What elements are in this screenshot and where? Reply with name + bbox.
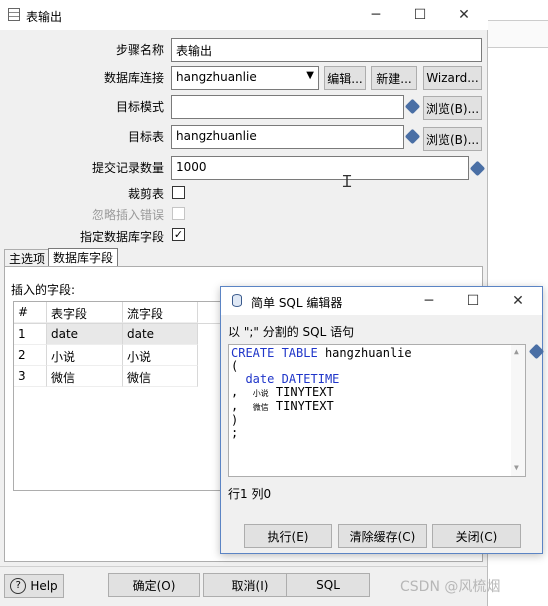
truncate-checkbox[interactable] — [172, 186, 185, 199]
maximize-icon[interactable]: ☐ — [398, 0, 442, 30]
new-connection-button[interactable]: 新建... — [371, 66, 417, 90]
header-stream-field[interactable]: 流字段 — [123, 302, 198, 323]
text-cursor-icon: Ｉ — [339, 172, 356, 191]
variable-icon — [404, 98, 421, 115]
wizard-button[interactable]: Wizard... — [423, 66, 482, 90]
row-stream-field[interactable]: 微信 — [123, 366, 198, 387]
dialog-title-bar[interactable]: 简单 SQL 编辑器 ─ ☐ ✕ — [221, 287, 542, 315]
tab-database-fields[interactable]: 数据库字段 — [48, 248, 119, 267]
row-table-field[interactable]: 小说 — [47, 345, 123, 366]
background-window-strip — [488, 20, 548, 48]
target-table-label: 目标表 — [127, 130, 164, 144]
title-bar[interactable]: 表输出 ─ ☐ ✕ — [0, 0, 488, 30]
table-row[interactable]: 2 小说 小说 — [14, 345, 229, 366]
browse-schema-button[interactable]: 浏览(B)... — [423, 96, 482, 120]
row-stream-field[interactable]: 小说 — [123, 345, 198, 366]
table-row[interactable]: 3 微信 微信 — [14, 366, 229, 387]
variable-icon — [469, 160, 486, 177]
db-connection-label: 数据库连接 — [103, 71, 164, 85]
specify-fields-checkbox[interactable]: ✓ — [172, 228, 185, 241]
help-button[interactable]: ? Help — [4, 574, 64, 598]
close-icon[interactable]: ✕ — [442, 0, 486, 30]
target-schema-input[interactable] — [171, 95, 404, 119]
insert-fields-label: 插入的字段: — [11, 283, 76, 297]
table-header: # 表字段 流字段 — [14, 302, 229, 324]
chevron-down-icon[interactable]: ▼ — [306, 70, 314, 81]
step-name-label: 步骤名称 — [115, 43, 164, 57]
close-icon[interactable]: ✕ — [496, 287, 540, 315]
app-icon — [8, 8, 20, 21]
ignore-errors-checkbox — [172, 207, 185, 220]
commit-size-input[interactable]: 1000 — [171, 156, 469, 180]
sql-editor-dialog: 简单 SQL 编辑器 ─ ☐ ✕ 以 ";" 分割的 SQL 语句 CREATE… — [220, 286, 545, 554]
browse-table-button[interactable]: 浏览(B)... — [423, 127, 482, 151]
sql-line: , 小说 TINYTEXT — [231, 385, 334, 399]
ok-button[interactable]: 确定(O) — [108, 573, 200, 597]
cursor-position: 行1 列0 — [228, 487, 272, 501]
tab-main-options[interactable]: 主选项 — [4, 249, 51, 267]
scroll-down-icon[interactable]: ▼ — [514, 461, 519, 474]
header-index[interactable]: # — [14, 302, 47, 323]
fields-table: # 表字段 流字段 1 date date 2 小说 小说 3 微信 微信 — [13, 301, 229, 491]
sql-line: ; — [231, 426, 239, 440]
specify-fields-label: 指定数据库字段 — [79, 230, 164, 244]
minimize-icon[interactable]: ─ — [354, 0, 398, 30]
step-name-input[interactable]: 表输出 — [171, 38, 482, 62]
edit-connection-button[interactable]: 编辑... — [324, 66, 366, 90]
variable-icon — [528, 343, 545, 360]
db-connection-value: hangzhuanlie — [176, 70, 257, 84]
sql-line: CREATE TABLE hangzhuanlie — [231, 346, 412, 360]
table-row[interactable]: 1 date date — [14, 324, 229, 345]
ignore-errors-label: 忽略插入错误 — [91, 208, 164, 222]
close-dialog-button[interactable]: 关闭(C) — [432, 524, 521, 548]
sql-subtitle: 以 ";" 分割的 SQL 语句 — [228, 325, 355, 339]
sql-button[interactable]: SQL — [286, 573, 370, 597]
sql-scrollbar[interactable]: ▲ ▼ — [511, 345, 525, 476]
truncate-label: 裁剪表 — [127, 187, 164, 201]
maximize-icon[interactable]: ☐ — [451, 287, 495, 315]
watermark: CSDN @风梳烟 — [400, 579, 501, 595]
dialog-title: 简单 SQL 编辑器 — [251, 296, 343, 310]
header-table-field[interactable]: 表字段 — [47, 302, 123, 323]
variable-icon — [404, 128, 421, 145]
row-index: 3 — [14, 366, 47, 387]
sql-line: , 微信 TINYTEXT — [231, 399, 334, 413]
row-stream-field[interactable]: date — [123, 324, 198, 345]
help-label: Help — [30, 579, 58, 593]
minimize-icon[interactable]: ─ — [407, 287, 451, 315]
row-index: 2 — [14, 345, 47, 366]
row-index: 1 — [14, 324, 47, 345]
execute-button[interactable]: 执行(E) — [244, 524, 332, 548]
target-schema-label: 目标模式 — [115, 100, 164, 114]
scroll-up-icon[interactable]: ▲ — [514, 345, 519, 358]
row-table-field[interactable]: date — [47, 324, 123, 345]
cancel-button[interactable]: 取消(I) — [203, 573, 297, 597]
row-table-field[interactable]: 微信 — [47, 366, 123, 387]
target-table-input[interactable]: hangzhuanlie — [171, 125, 404, 149]
sql-editor[interactable]: CREATE TABLE hangzhuanlie ( date DATETIM… — [228, 344, 526, 477]
commit-size-label: 提交记录数量 — [91, 161, 164, 175]
help-icon: ? — [10, 578, 27, 594]
clear-cache-button[interactable]: 清除缓存(C) — [338, 524, 427, 548]
database-icon — [232, 294, 242, 307]
db-connection-select[interactable]: hangzhuanlie ▼ — [171, 66, 319, 90]
sql-line: ) — [231, 413, 239, 427]
window-title: 表输出 — [26, 10, 63, 24]
